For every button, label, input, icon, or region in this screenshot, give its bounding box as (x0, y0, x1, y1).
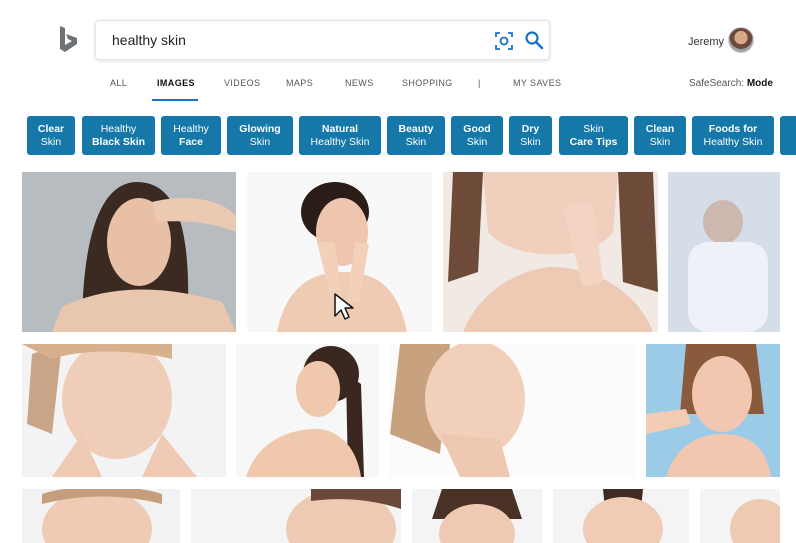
tab-shopping[interactable]: SHOPPING (402, 78, 453, 88)
chip-line2: Skin (466, 135, 488, 148)
image-result[interactable] (22, 489, 180, 543)
safesearch-label: SafeSearch: (689, 78, 745, 89)
chip-line2: Healthy Skin (703, 135, 763, 148)
chip-clear-skin[interactable]: Clear Skin (27, 116, 75, 155)
image-result[interactable] (668, 172, 780, 332)
active-tab-indicator (152, 99, 198, 101)
tab-videos[interactable]: VIDEOS (224, 78, 260, 88)
chip-line2: Skin (405, 135, 427, 148)
chip-line1: Healthy (100, 122, 137, 135)
image-result[interactable] (22, 172, 236, 332)
image-thumbnail (22, 344, 226, 477)
image-thumbnail (22, 172, 236, 332)
chip-healthy-black-skin[interactable]: Healthy Black Skin (82, 116, 155, 155)
tab-all[interactable]: ALL (110, 78, 127, 88)
image-result[interactable] (443, 172, 658, 332)
chip-overflow[interactable] (780, 116, 796, 155)
image-result[interactable] (700, 489, 780, 543)
chip-healthy-face[interactable]: Healthy Face (161, 116, 221, 155)
nav-tabs: ALL IMAGES VIDEOS MAPS NEWS SHOPPING | M… (0, 78, 796, 100)
tab-news[interactable]: NEWS (345, 78, 374, 88)
chip-line1: Skin (583, 122, 604, 135)
chip-glowing-skin[interactable]: Glowing Skin (227, 116, 293, 155)
chip-line2: Healthy Skin (310, 135, 370, 148)
safesearch-value[interactable]: Mode (747, 78, 773, 89)
safesearch-control[interactable]: SafeSearch: Mode (689, 78, 773, 89)
cursor-arrow (334, 293, 354, 320)
chip-good-skin[interactable]: Good Skin (451, 116, 503, 155)
image-thumbnail (236, 344, 379, 477)
image-result[interactable] (646, 344, 780, 477)
chip-line1: Dry (521, 122, 540, 135)
image-thumbnail (22, 489, 180, 543)
chip-line1: Healthy (173, 122, 209, 135)
header: healthy skin Jeremy ALL IMAGES VIDEOS MA… (0, 0, 796, 110)
image-thumbnail (668, 172, 780, 332)
chip-beauty-skin[interactable]: Beauty Skin (387, 116, 445, 155)
image-thumbnail (700, 489, 780, 543)
nav-divider: | (478, 78, 481, 88)
image-result[interactable] (22, 344, 226, 477)
related-searches: Clear Skin Healthy Black Skin Healthy Fa… (0, 116, 796, 156)
image-thumbnail (390, 344, 635, 477)
search-icon[interactable] (524, 30, 544, 50)
chip-line2: Care Tips (569, 135, 618, 148)
chip-line1: Clean (645, 122, 675, 135)
image-thumbnail (646, 344, 780, 477)
image-result[interactable] (191, 489, 401, 543)
search-box[interactable]: healthy skin (95, 20, 550, 60)
bing-logo[interactable] (56, 24, 82, 54)
tab-images[interactable]: IMAGES (157, 78, 195, 88)
chip-line1: Natural (321, 122, 359, 135)
tab-maps[interactable]: MAPS (286, 78, 313, 88)
chip-skin-care-tips[interactable]: Skin Care Tips (559, 116, 628, 155)
chip-line2: Skin (520, 135, 541, 148)
search-input[interactable]: healthy skin (112, 32, 186, 48)
chip-line2: Black Skin (91, 135, 146, 148)
user-name[interactable]: Jeremy (688, 36, 724, 48)
chip-line2: Skin (40, 135, 62, 148)
image-result[interactable] (236, 344, 379, 477)
image-thumbnail (443, 172, 658, 332)
avatar[interactable] (728, 27, 754, 53)
image-result[interactable] (412, 489, 542, 543)
image-result[interactable] (390, 344, 635, 477)
chip-line1: Foods for (708, 122, 758, 135)
chip-line1: Beauty (398, 122, 434, 135)
image-thumbnail (191, 489, 401, 543)
chip-foods-for-healthy-skin[interactable]: Foods for Healthy Skin (692, 116, 774, 155)
chip-line1: Good (463, 122, 491, 135)
chip-line2: Face (179, 135, 203, 148)
chip-line2: Skin (249, 135, 271, 148)
image-thumbnail (553, 489, 689, 543)
image-result[interactable] (553, 489, 689, 543)
chip-clean-skin[interactable]: Clean Skin (634, 116, 686, 155)
chip-line1: Clear (37, 122, 65, 135)
chip-dry-skin[interactable]: Dry Skin (509, 116, 552, 155)
tab-my-saves[interactable]: MY SAVES (513, 78, 561, 88)
visual-search-icon[interactable] (494, 31, 514, 51)
chip-line1: Glowing (239, 122, 281, 135)
chip-line2: Skin (649, 135, 671, 148)
chip-natural-healthy-skin[interactable]: Natural Healthy Skin (299, 116, 381, 155)
image-thumbnail (412, 489, 542, 543)
